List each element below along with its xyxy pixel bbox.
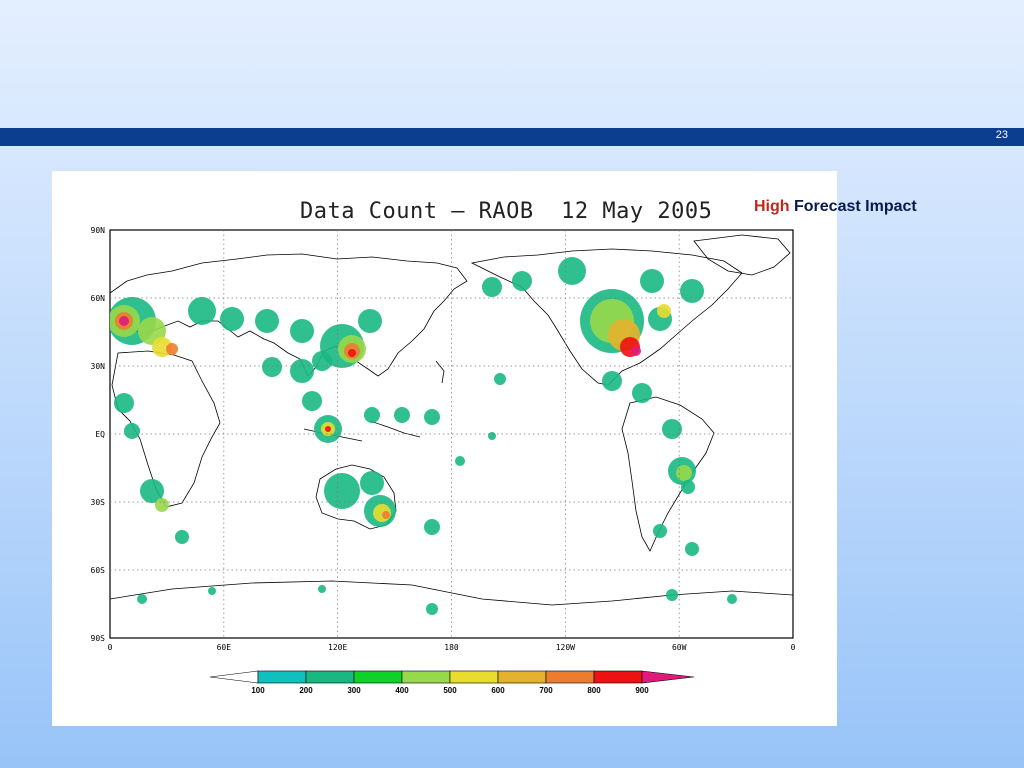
density-patch — [262, 357, 282, 377]
density-patch — [325, 426, 331, 432]
density-patch — [632, 383, 652, 403]
density-patch — [426, 603, 438, 615]
header-band: 23 — [0, 128, 1024, 146]
colorbar-swatch — [545, 670, 595, 684]
forecast-impact-note: High Forecast Impact — [754, 198, 917, 216]
impact-rest-text: Forecast Impact — [794, 198, 917, 215]
density-patch — [558, 257, 586, 285]
lon-label: 60E — [217, 643, 232, 652]
density-patch — [394, 407, 410, 423]
colorbar-high-arrow — [641, 670, 695, 684]
density-patch — [653, 524, 667, 538]
density-patch — [382, 511, 390, 519]
density-patch — [494, 373, 506, 385]
density-patch — [119, 316, 129, 326]
colorbar-label: 600 — [491, 686, 505, 695]
density-patch — [455, 456, 465, 466]
density-patch — [640, 269, 664, 293]
density-patch — [155, 498, 169, 512]
density-patch — [676, 465, 692, 481]
lat-label: 30N — [91, 362, 106, 371]
density-patch — [166, 343, 178, 355]
latitude-labels: 90N 60N 30N EQ 30S 60S 90S — [91, 226, 106, 643]
colorbar-swatch — [593, 670, 643, 684]
colorbar-swatch — [257, 670, 307, 684]
density-patch — [114, 393, 134, 413]
lat-label: 60S — [91, 566, 106, 575]
colorbar-label: 900 — [635, 686, 649, 695]
map-figure: Data Count – RAOB 12 May 2005 90N 60N 30… — [52, 171, 837, 726]
lon-label: 120E — [328, 643, 347, 652]
colorbar-low-arrow — [209, 670, 259, 684]
colorbar-swatch — [449, 670, 499, 684]
density-patch — [666, 589, 678, 601]
colorbar-label: 800 — [587, 686, 601, 695]
density-patch — [255, 309, 279, 333]
density-patch — [302, 391, 322, 411]
colorbar-label: 700 — [539, 686, 553, 695]
colorbar-label: 200 — [299, 686, 313, 695]
density-patch — [324, 473, 360, 509]
lon-label: 180 — [444, 643, 459, 652]
colorbar-swatch — [401, 670, 451, 684]
density-patch — [290, 319, 314, 343]
density-patch — [290, 359, 314, 383]
colorbar-swatch — [353, 670, 403, 684]
density-patch — [482, 277, 502, 297]
lon-label: 0 — [791, 643, 796, 652]
density-patch — [312, 351, 332, 371]
density-patch — [512, 271, 532, 291]
lon-label: 0 — [108, 643, 113, 652]
density-patch — [220, 307, 244, 331]
density-patch — [188, 297, 216, 325]
lat-label: EQ — [95, 430, 105, 439]
density-patch — [318, 585, 326, 593]
longitude-labels: 0 60E 120E 180 120W 60W 0 — [108, 643, 796, 652]
density-patch — [358, 309, 382, 333]
density-patch — [124, 423, 140, 439]
density-patch — [424, 519, 440, 535]
colorbar-label: 500 — [443, 686, 457, 695]
density-patch — [360, 471, 384, 495]
density-patch — [488, 432, 496, 440]
colorbar-label: 300 — [347, 686, 361, 695]
slide-number: 23 — [995, 129, 1008, 141]
lat-label: 60N — [91, 294, 106, 303]
density-patch — [348, 349, 356, 357]
colorbar-label: 400 — [395, 686, 409, 695]
density-patch — [727, 594, 737, 604]
lat-label: 30S — [91, 498, 106, 507]
density-patch — [175, 530, 189, 544]
density-patch — [137, 594, 147, 604]
density-patch — [631, 346, 641, 356]
data-count-map: 90N60N30NEQ30S60S90S 0 60E 120E 180 120W 60W 0… — [91, 226, 796, 695]
colorbar-label: 100 — [251, 686, 265, 695]
density-patch — [602, 371, 622, 391]
density-patch — [657, 304, 671, 318]
colorbar-swatch — [497, 670, 547, 684]
density-patch — [680, 279, 704, 303]
density-patch — [685, 542, 699, 556]
lat-label: 90N — [91, 226, 106, 235]
lat-label: 90S — [91, 634, 106, 643]
density-patch — [681, 480, 695, 494]
density-patch — [424, 409, 440, 425]
colorbar-swatch — [305, 670, 355, 684]
impact-high-word: High — [754, 198, 790, 215]
lon-label: 120W — [556, 643, 575, 652]
lon-label: 60W — [672, 643, 687, 652]
density-patch — [364, 407, 380, 423]
colorbar: 100 200 300 400 500 600 700 800 900 — [209, 670, 695, 695]
density-patch — [208, 587, 216, 595]
